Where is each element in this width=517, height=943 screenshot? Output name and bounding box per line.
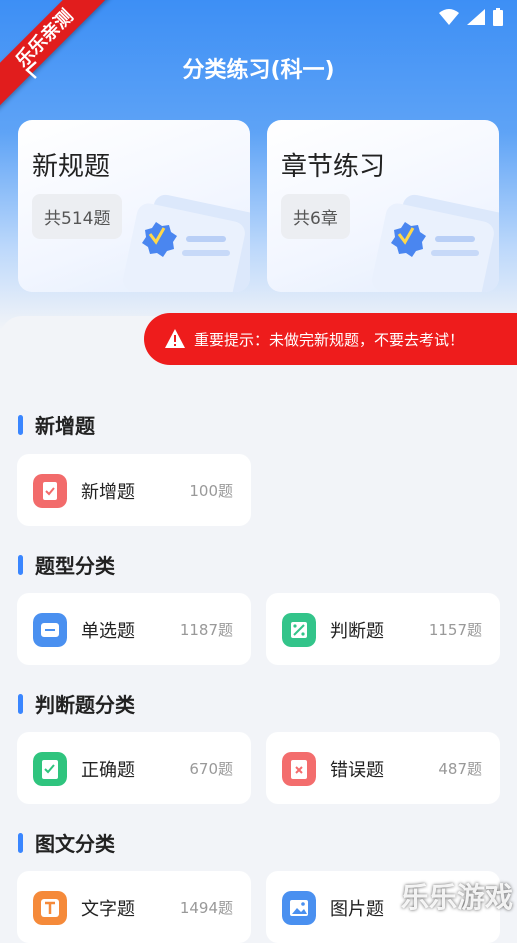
card-title: 新规题 [32,152,111,182]
item-count: 670题 [189,760,233,778]
item-label: 图片题 [330,899,384,920]
item-label: 单选题 [81,621,135,642]
item-label: 文字题 [81,899,135,920]
item-label: 判断题 [330,621,384,642]
signal-icon [467,9,485,25]
warning-text: 重要提示：未做完新规题，不要去考试！ [194,330,465,349]
card-title: 章节练习 [281,152,386,182]
item-count: 100题 [189,482,233,500]
single-choice-icon [33,613,67,647]
section-title: 判断题分类 [35,693,135,717]
warning-icon [165,329,185,348]
warning-banner: 重要提示：未做完新规题，不要去考试！ [144,313,517,365]
item-count: 1187题 [179,621,233,639]
corner-watermark: 乐乐游戏 [400,881,513,914]
item-label: 正确题 [81,760,135,781]
true-false-icon [282,613,316,647]
battery-icon [493,8,503,26]
section-true-false-type: 判断题分类 [18,689,135,718]
item-count: 487题 [438,760,482,778]
item-true-false[interactable]: 判断题 1157题 [266,593,500,665]
section-new-questions: 新增题 [18,410,95,439]
item-label: 新增题 [81,482,135,503]
section-question-type: 题型分类 [18,550,115,579]
wifi-icon [439,9,459,25]
correct-icon [33,752,67,786]
wrong-icon [282,752,316,786]
item-new-questions[interactable]: 新增题 100题 [17,454,251,526]
item-single-choice[interactable]: 单选题 1187题 [17,593,251,665]
item-text-questions[interactable]: 文字题 1494题 [17,871,251,943]
section-title: 题型分类 [35,554,115,578]
section-marker [18,693,23,714]
item-correct[interactable]: 正确题 670题 [17,732,251,804]
new-question-icon [33,474,67,508]
card-count: 共514题 [32,194,123,239]
item-count: 1494题 [179,899,233,917]
certificate-illustration-icon [372,194,499,292]
section-title: 新增题 [35,414,95,438]
section-marker [18,554,23,575]
certificate-illustration-icon [123,194,250,292]
item-count: 1157题 [428,621,482,639]
section-title: 图文分类 [35,832,115,856]
item-wrong[interactable]: 错误题 487题 [266,732,500,804]
page-title: 分类练习(科一) [182,58,335,83]
card-count: 共6章 [281,194,350,239]
new-rules-card[interactable]: 新规题 共514题 [18,120,250,292]
chapter-practice-card[interactable]: 章节练习 共6章 [267,120,499,292]
section-media-type: 图文分类 [18,828,115,857]
section-marker [18,832,23,853]
section-marker [18,414,23,435]
item-label: 错误题 [330,760,384,781]
